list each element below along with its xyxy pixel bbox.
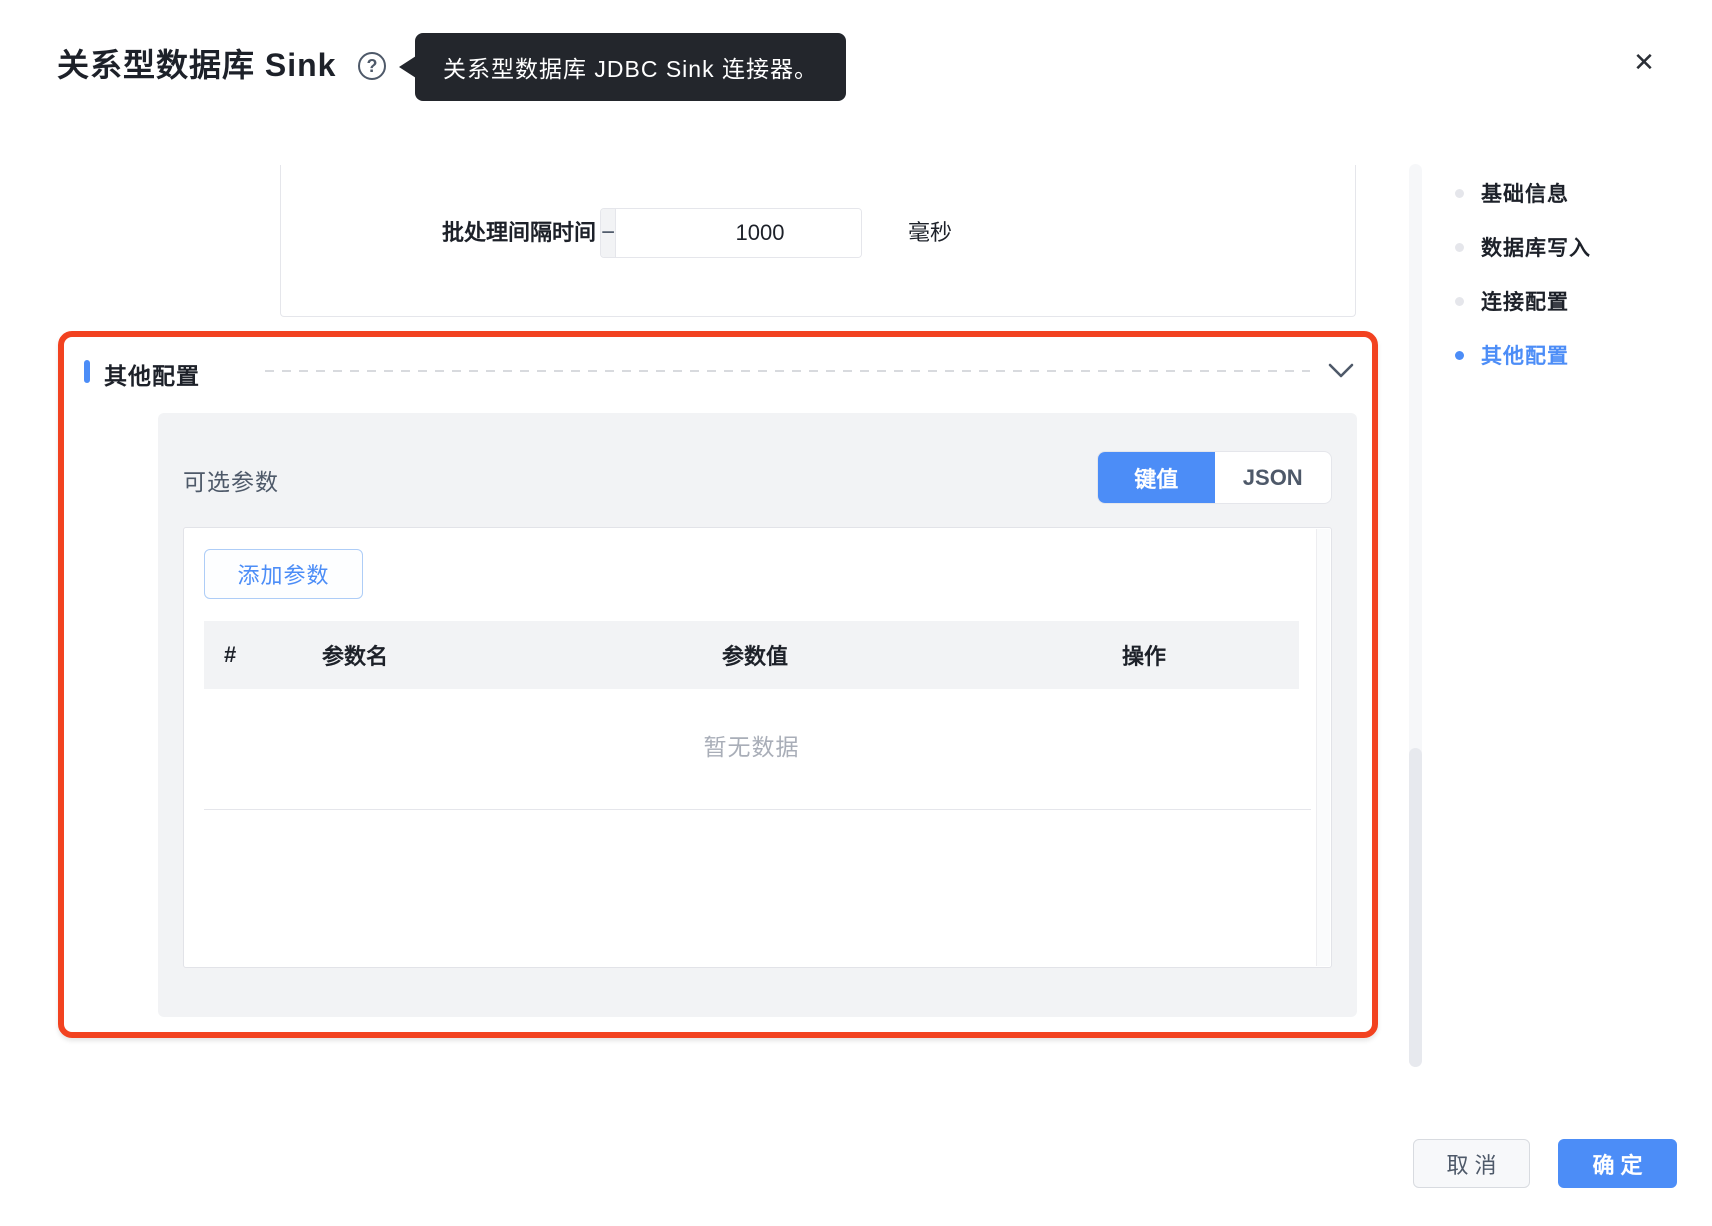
section-dashed-divider <box>265 370 1310 372</box>
nav-dot-icon <box>1455 296 1464 306</box>
batch-interval-stepper: − + <box>600 208 862 258</box>
tooltip: 关系型数据库 JDBC Sink 连接器。 <box>415 33 846 101</box>
anchor-nav: 基础信息 数据库写入 连接配置 其他配置 <box>1455 166 1591 382</box>
connector-config-dialog: 关系型数据库 Sink ? 关系型数据库 JDBC Sink 连接器。 ✕ 批处… <box>0 0 1712 1226</box>
tooltip-text: 关系型数据库 JDBC Sink 连接器。 <box>443 56 818 82</box>
optional-params-label: 可选参数 <box>183 469 279 495</box>
nav-item-other-config[interactable]: 其他配置 <box>1455 328 1591 382</box>
chevron-down-icon[interactable] <box>1326 358 1356 382</box>
dialog-scrollbar-thumb[interactable] <box>1409 748 1422 1067</box>
toggle-keyvalue[interactable]: 键值 <box>1098 452 1215 503</box>
tooltip-arrow-icon <box>399 56 416 78</box>
cancel-button[interactable]: 取 消 <box>1413 1139 1530 1188</box>
nav-dot-icon <box>1455 350 1464 360</box>
params-table-header: # 参数名 参数值 操作 <box>204 621 1299 689</box>
nav-dot-icon <box>1455 188 1464 198</box>
nav-item-db-write[interactable]: 数据库写入 <box>1455 220 1591 274</box>
confirm-button[interactable]: 确 定 <box>1558 1139 1677 1188</box>
dialog-scrollbar-track[interactable] <box>1409 164 1422 1067</box>
table-divider <box>204 809 1311 810</box>
nav-item-connection-config[interactable]: 连接配置 <box>1455 274 1591 328</box>
connection-config-panel: 批处理间隔时间 − + 毫秒 <box>280 165 1356 317</box>
col-param-value: 参数值 <box>722 644 789 669</box>
dialog-title: 关系型数据库 Sink <box>57 47 337 83</box>
empty-state-text: 暂无数据 <box>703 734 800 760</box>
batch-interval-row: 批处理间隔时间 − + 毫秒 <box>281 208 1355 258</box>
help-icon[interactable]: ? <box>358 52 386 80</box>
batch-interval-label: 批处理间隔时间 <box>441 220 596 245</box>
col-index: # <box>224 642 237 667</box>
toggle-json[interactable]: JSON <box>1215 452 1332 503</box>
param-mode-toggle: 键值 JSON <box>1097 451 1332 504</box>
col-param-name: 参数名 <box>322 644 389 669</box>
batch-interval-unit: 毫秒 <box>908 220 953 245</box>
col-actions: 操作 <box>1122 644 1167 669</box>
nav-dot-icon <box>1455 242 1464 252</box>
add-param-button[interactable]: 添加参数 <box>204 549 363 599</box>
section-accent-bar <box>84 360 90 383</box>
params-card: 添加参数 # 参数名 参数值 操作 暂无数据 <box>183 527 1332 968</box>
nav-item-basic-info[interactable]: 基础信息 <box>1455 166 1591 220</box>
section-title: 其他配置 <box>104 363 200 389</box>
stepper-decrease-button[interactable]: − <box>601 209 617 257</box>
close-icon[interactable]: ✕ <box>1626 44 1662 80</box>
help-icon-glyph: ? <box>366 55 378 76</box>
batch-interval-input[interactable] <box>616 209 861 257</box>
card-scrollbar-track[interactable] <box>1316 529 1330 966</box>
